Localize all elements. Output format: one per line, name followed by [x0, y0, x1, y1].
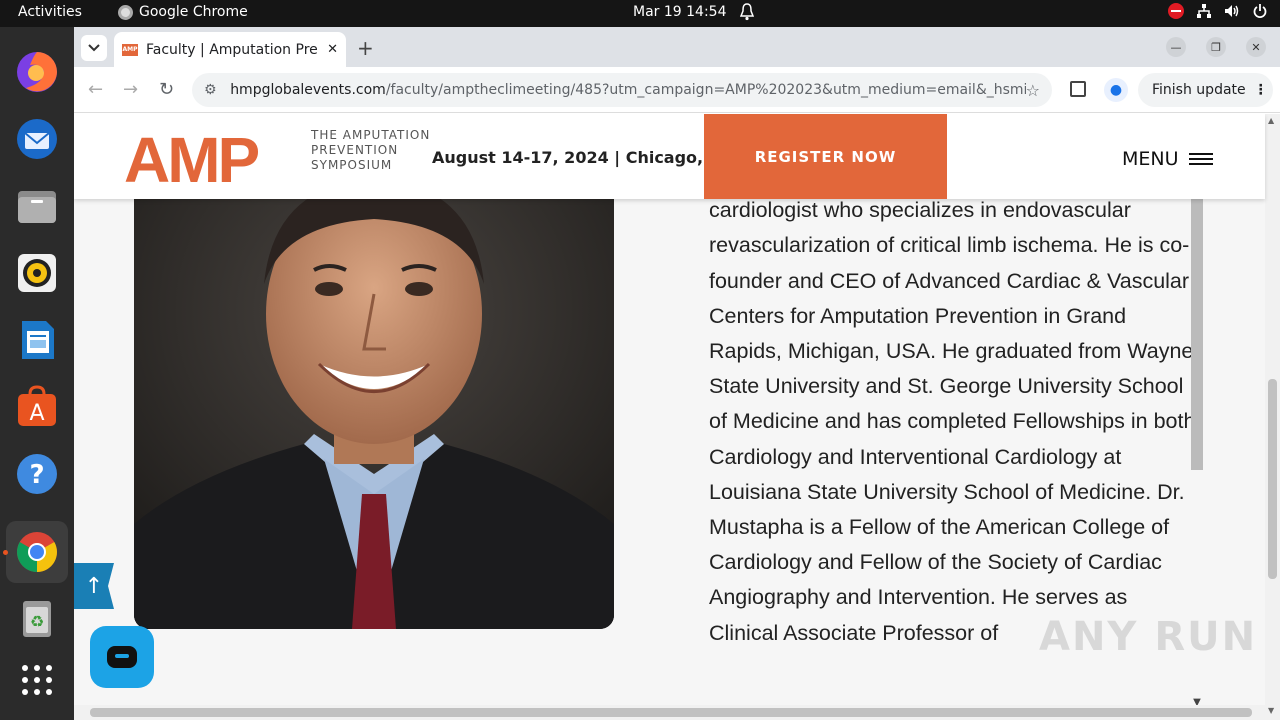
faculty-photo	[134, 174, 614, 629]
amp-logo[interactable]: AMP	[124, 128, 260, 192]
chat-bubble-icon	[107, 646, 137, 668]
svg-text:♻: ♻	[30, 612, 44, 631]
browser-toolbar: ← → ↻ ⚙ hmpglobalevents.com /faculty/amp…	[74, 67, 1280, 113]
reload-button[interactable]: ↻	[159, 79, 174, 100]
chevron-down-icon	[88, 44, 100, 52]
scroll-down-icon[interactable]: ▼	[1268, 706, 1274, 715]
thunderbird-icon[interactable]	[12, 114, 62, 164]
page-horizontal-scrollbar[interactable]	[74, 705, 1265, 720]
close-window-button[interactable]: ✕	[1246, 37, 1266, 57]
app-center-icon[interactable]: A	[12, 382, 62, 432]
chat-widget-button[interactable]	[90, 626, 154, 688]
register-now-button[interactable]: REGISTER NOW	[704, 114, 947, 199]
svg-text:A: A	[29, 401, 44, 426]
app-name-label: Google Chrome	[139, 4, 248, 20]
menu-label: MENU	[1122, 148, 1179, 170]
scroll-up-icon[interactable]: ▲	[1268, 116, 1274, 125]
page-scroll-thumb[interactable]	[1268, 379, 1277, 579]
bookmark-star-icon[interactable]: ☆	[1026, 81, 1040, 100]
hamburger-icon	[1188, 153, 1213, 165]
address-bar[interactable]: ⚙ hmpglobalevents.com /faculty/ampthecli…	[192, 73, 1052, 107]
tab-faculty[interactable]: AMP Faculty | Amputation Pre ✕	[114, 32, 346, 67]
rhythmbox-icon[interactable]	[12, 248, 62, 298]
do-not-disturb-icon[interactable]	[1168, 3, 1184, 19]
minimize-button[interactable]: —	[1166, 37, 1186, 57]
page-hscroll-thumb[interactable]	[90, 708, 1252, 717]
forward-button[interactable]: →	[123, 79, 138, 100]
activities-button[interactable]: Activities	[18, 4, 82, 20]
tab-title: Faculty | Amputation Pre	[146, 41, 318, 58]
finish-update-label: Finish update	[1152, 82, 1246, 98]
show-apps-icon[interactable]	[12, 655, 62, 705]
google-chrome-icon[interactable]	[6, 521, 68, 583]
system-tray[interactable]	[1168, 3, 1268, 19]
chrome-window: AMP Faculty | Amputation Pre ✕ + — ❐ ✕ ←…	[74, 27, 1280, 720]
more-menu-icon: ⋮	[1253, 82, 1268, 98]
running-indicator	[3, 550, 8, 555]
notification-bell-icon[interactable]	[740, 3, 754, 21]
close-tab-icon[interactable]: ✕	[327, 42, 338, 57]
page-vertical-scrollbar[interactable]: ▲ ▼	[1265, 114, 1280, 720]
back-to-top-button[interactable]: ↑	[74, 563, 114, 609]
chrome-icon	[118, 4, 133, 20]
app-menu[interactable]: Google Chrome	[118, 4, 248, 20]
anyrun-watermark: ANY RUN	[1039, 614, 1258, 660]
svg-text:?: ?	[29, 460, 44, 490]
menu-button[interactable]: MENU	[1122, 148, 1213, 170]
amp-favicon-icon: AMP	[122, 43, 138, 56]
system-top-bar: Activities Google Chrome Mar 19 14:54	[0, 0, 1280, 27]
maximize-button[interactable]: ❐	[1206, 37, 1226, 57]
network-icon[interactable]	[1196, 3, 1212, 19]
side-panel-icon[interactable]	[1070, 81, 1086, 97]
arrow-up-icon: ↑	[84, 573, 104, 599]
logo-subtitle-line: PREVENTION	[311, 143, 399, 157]
volume-icon[interactable]	[1224, 3, 1240, 19]
logo-subtitle-line: THE AMPUTATION	[311, 128, 431, 142]
site-info-icon[interactable]: ⚙	[204, 82, 220, 98]
clock[interactable]: Mar 19 14:54	[633, 4, 726, 20]
event-date: August 14-17, 2024 | Chicago, IL	[432, 148, 725, 167]
power-icon[interactable]	[1252, 3, 1268, 19]
logo-subtitle-line: SYMPOSIUM	[311, 158, 393, 172]
tab-strip: AMP Faculty | Amputation Pre ✕ + — ❐ ✕	[74, 27, 1280, 67]
faculty-bio: Dr. Mustapha is a board-certified interv…	[709, 174, 1196, 645]
url-host: hmpglobalevents.com	[230, 82, 386, 98]
new-tab-button[interactable]: +	[357, 36, 374, 60]
back-button[interactable]: ←	[88, 79, 103, 100]
page-viewport: AMP THE AMPUTATION PREVENTION SYMPOSIUM …	[74, 114, 1280, 720]
finish-update-button[interactable]: Finish update ⋮	[1138, 73, 1273, 107]
files-icon[interactable]	[12, 181, 62, 231]
url-path: /faculty/amptheclimeeting/485?utm_campai…	[385, 82, 1026, 98]
firefox-icon[interactable]	[12, 47, 62, 97]
bio-scrollbar-thumb[interactable]	[1191, 174, 1203, 470]
logo-subtitle: THE AMPUTATION PREVENTION SYMPOSIUM	[311, 128, 430, 173]
help-icon[interactable]: ?	[12, 449, 62, 499]
libreoffice-writer-icon[interactable]	[12, 315, 62, 365]
profile-avatar-icon[interactable]: ●	[1104, 78, 1128, 102]
site-header: AMP THE AMPUTATION PREVENTION SYMPOSIUM …	[74, 114, 1265, 199]
trash-icon[interactable]: ♻	[12, 593, 62, 643]
dock: A ? ♻	[0, 27, 74, 720]
tab-search-dropdown[interactable]	[81, 35, 107, 61]
